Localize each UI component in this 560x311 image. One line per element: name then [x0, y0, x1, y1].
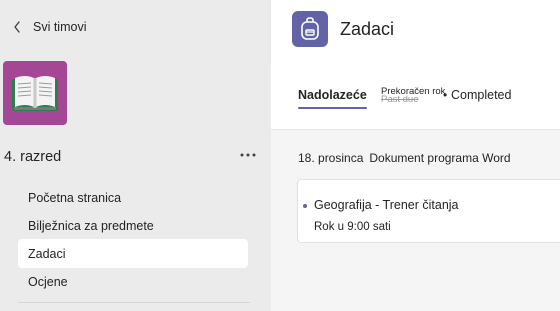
active-tab-indicator — [298, 107, 367, 109]
tab-upcoming-label: Nadolazeće — [298, 88, 367, 102]
assignment-title: Geografija - Trener čitanja — [314, 198, 459, 212]
sidebar-divider — [18, 302, 250, 303]
book-icon — [12, 76, 58, 111]
nav-item-assignments[interactable]: Zadaci — [18, 239, 248, 268]
tab-overdue[interactable]: Prekoračen rok Past due — [381, 86, 445, 105]
tab-separator: • — [443, 88, 448, 102]
section-heading: 18. prosinca Dokument programa Word — [298, 151, 511, 165]
sidebar: Svi timovi 4. razred Početna stranica Bi… — [0, 0, 271, 311]
team-avatar — [3, 61, 67, 125]
team-name: 4. razred — [4, 149, 62, 165]
backpack-icon — [292, 11, 328, 47]
nav-item-label: Početna stranica — [28, 190, 122, 205]
header: Zadaci — [271, 0, 560, 62]
nav-item-class-notebook[interactable]: Bilježnica za predmete — [18, 211, 248, 240]
unread-dot — [303, 204, 307, 208]
tab-upcoming[interactable]: Nadolazeće — [298, 88, 367, 109]
assignment-tabs: Nadolazeće Prekoračen rok Past due • Com… — [271, 62, 560, 130]
nav-item-label: Bilježnica za predmete — [28, 218, 154, 233]
nav-item-home[interactable]: Početna stranica — [18, 183, 248, 212]
team-nav: Početna stranica Bilježnica za predmete … — [18, 183, 248, 295]
section-date: 18. prosinca — [298, 151, 364, 165]
assignment-card[interactable]: Geografija - Trener čitanja Rok u 9:00 s… — [297, 179, 560, 243]
nav-item-label: Ocjene — [28, 274, 68, 289]
nav-item-label: Zadaci — [28, 246, 66, 261]
tab-completed-label: Completed — [451, 88, 512, 102]
back-label: Svi timovi — [33, 20, 87, 34]
nav-item-grades[interactable]: Ocjene — [18, 267, 248, 296]
main-panel: Zadaci Nadolazeće Prekoračen rok Past du… — [271, 0, 560, 311]
back-to-all-teams-link[interactable]: Svi timovi — [8, 15, 86, 39]
more-options-icon[interactable] — [238, 145, 258, 165]
page-title: Zadaci — [340, 19, 395, 39]
section-doc: Dokument programa Word — [369, 151, 511, 165]
chevron-left-icon — [8, 18, 26, 36]
tab-completed[interactable]: Completed — [451, 88, 511, 102]
assignment-due: Rok u 9:00 sati — [314, 221, 391, 233]
